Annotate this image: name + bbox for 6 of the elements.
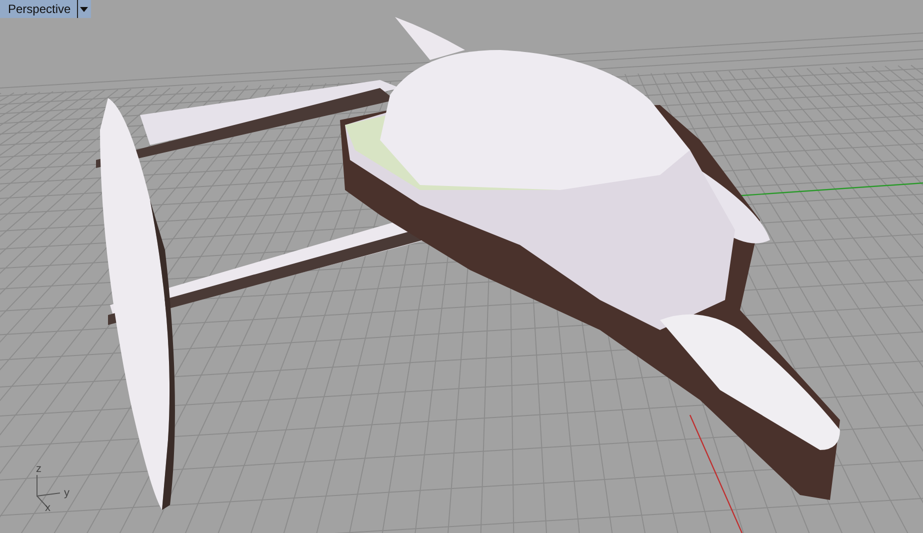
dropdown-button[interactable]	[76, 0, 91, 18]
axis-label: y	[64, 487, 70, 499]
axis-label: x	[45, 502, 50, 514]
caret-icon	[80, 6, 88, 12]
viewport-tab[interactable]: Perspective	[0, 0, 77, 18]
axis-label: z	[36, 463, 42, 475]
